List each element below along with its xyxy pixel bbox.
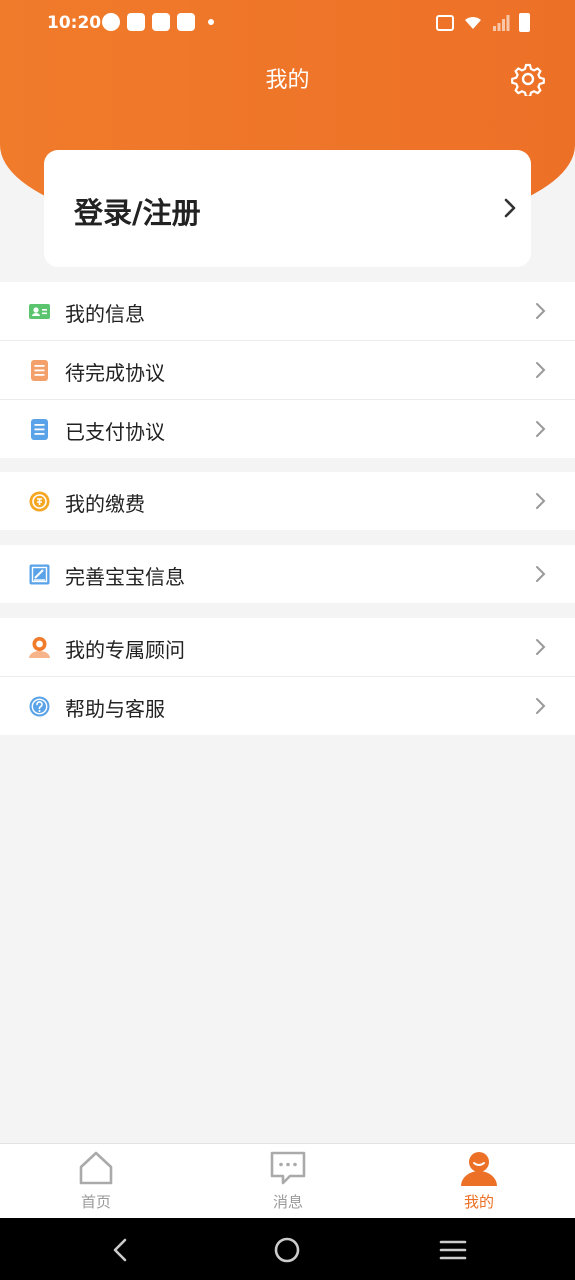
chevron-right-icon [536,362,546,378]
notification-app-icon [152,13,170,31]
vibrate-icon [436,14,454,31]
menu-item-help-service[interactable]: 帮助与客服 [0,676,575,735]
settings-gear-icon[interactable] [511,62,545,96]
notification-app-icon [102,13,120,31]
home-icon [79,1151,113,1185]
menu-item-pending-agreements[interactable]: 待完成协议 [0,340,575,399]
home-circle-icon[interactable] [273,1236,301,1264]
profile-icon [461,1152,497,1186]
menu-item-my-info[interactable]: 我的信息 [0,282,575,340]
chevron-right-icon [504,198,516,218]
notification-app-icon [127,13,145,31]
notification-app-icon [177,13,195,31]
tab-label: 首页 [80,1193,111,1211]
menu-item-label: 我的信息 [65,302,145,326]
advisor-icon [29,637,50,658]
battery-icon [519,13,530,32]
menu-item-label: 帮助与客服 [65,697,165,721]
document-icon [31,419,48,440]
menu-item-label: 已支付协议 [65,420,165,444]
id-card-icon [29,304,50,319]
chevron-right-icon [536,639,546,655]
menu-group-baby: 完善宝宝信息 [0,545,575,603]
menu-group-account: 我的信息 待完成协议 已支付协议 [0,282,575,458]
back-icon[interactable] [107,1236,135,1264]
menu-item-label: 我的专属顾问 [65,638,185,662]
help-icon [29,696,50,717]
wifi-icon [465,16,481,29]
menu-group-payment: 我的缴费 [0,472,575,530]
menu-item-my-advisor[interactable]: 我的专属顾问 [0,618,575,676]
menu-group-support: 我的专属顾问 帮助与客服 [0,618,575,735]
chevron-right-icon [536,698,546,714]
system-navigation-bar [0,1218,575,1280]
tab-profile[interactable]: 我的 [419,1144,539,1219]
edit-icon [29,564,50,585]
more-notifications-icon [208,19,214,25]
status-bar: 10:20 [0,0,575,48]
menu-item-paid-agreements[interactable]: 已支付协议 [0,399,575,458]
signal-icon [493,14,510,31]
chevron-right-icon [536,493,546,509]
tab-label: 消息 [272,1193,303,1211]
menu-item-label: 我的缴费 [65,492,145,516]
chevron-right-icon [536,566,546,582]
bottom-tab-bar: 首页 消息 我的 [0,1143,575,1219]
menu-item-my-payments[interactable]: 我的缴费 [0,472,575,530]
menu-item-label: 完善宝宝信息 [65,565,185,589]
coin-icon [29,491,50,512]
menu-item-label: 待完成协议 [65,361,165,385]
login-register-card[interactable]: 登录/注册 [44,150,531,267]
system-status-icons [436,13,530,32]
recent-apps-icon[interactable] [439,1236,467,1264]
chevron-right-icon [536,421,546,437]
tab-messages[interactable]: 消息 [228,1144,348,1219]
notification-icons [102,13,214,31]
message-icon [270,1151,306,1185]
tab-home[interactable]: 首页 [36,1144,156,1219]
document-icon [31,360,48,381]
status-time: 10:20 [47,13,102,33]
menu-item-baby-info[interactable]: 完善宝宝信息 [0,545,575,603]
page-title: 我的 [265,68,310,93]
chevron-right-icon [536,303,546,319]
tab-label: 我的 [463,1193,494,1211]
login-register-label: 登录/注册 [74,196,201,230]
